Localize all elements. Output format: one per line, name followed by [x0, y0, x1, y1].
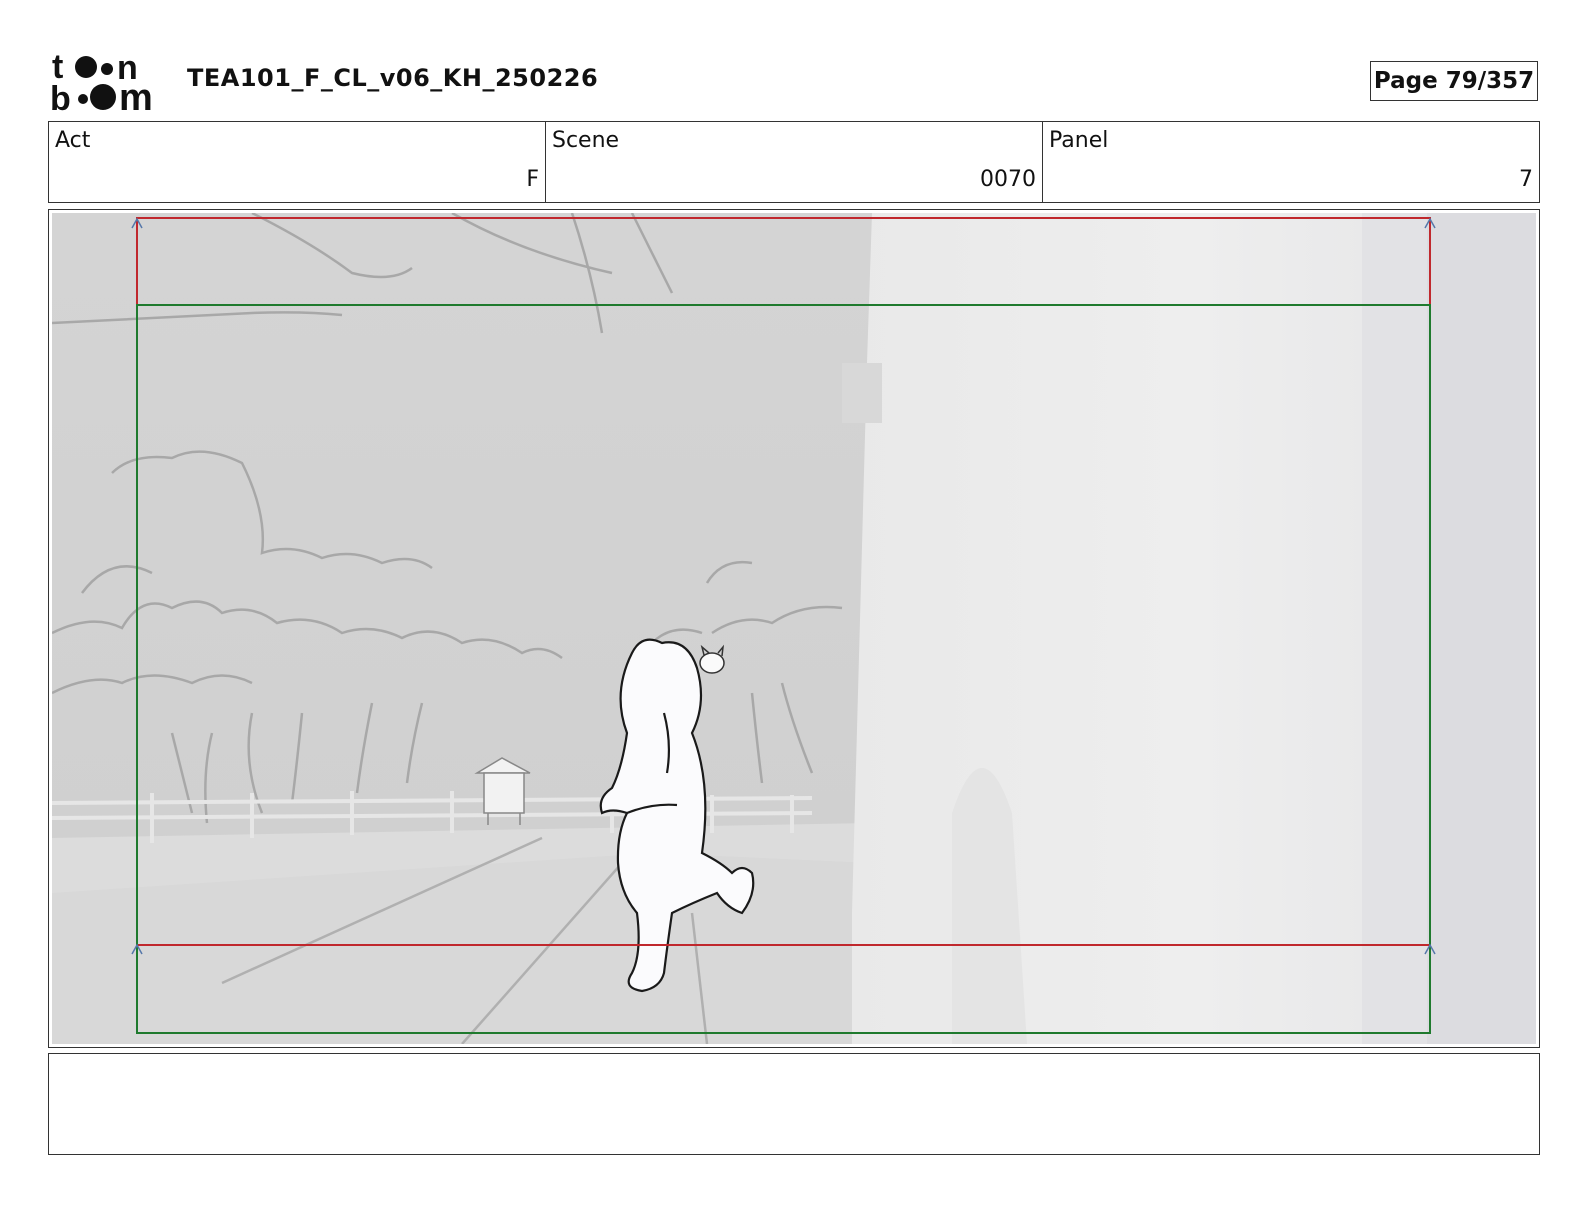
panel-cell: Panel 7: [1043, 122, 1539, 202]
panel-drawing: [52, 213, 1536, 1044]
panel-value: 7: [1519, 167, 1533, 192]
act-label: Act: [55, 128, 91, 153]
svg-text:m: m: [119, 77, 153, 114]
panel-label: Panel: [1049, 128, 1109, 153]
page-number: 79/357: [1445, 68, 1535, 94]
document-title: TEA101_F_CL_v06_KH_250226: [187, 64, 599, 92]
page-label: Page: [1373, 68, 1438, 94]
toon-boom-logo: t n b m: [50, 50, 153, 114]
act-value: F: [526, 167, 539, 192]
page-indicator: Page 79/357: [1370, 61, 1538, 101]
act-cell: Act F: [49, 122, 546, 202]
info-table: Act F Scene 0070 Panel 7: [48, 121, 1540, 203]
storyboard-panel: [48, 209, 1540, 1048]
scene-value: 0070: [980, 167, 1036, 192]
scene-cell: Scene 0070: [546, 122, 1043, 202]
notes-box: [48, 1053, 1540, 1155]
scene-label: Scene: [552, 128, 620, 153]
tower-edge-shade: [1427, 213, 1536, 1044]
svg-text:b: b: [50, 80, 71, 114]
tower-ledge: [842, 363, 882, 423]
